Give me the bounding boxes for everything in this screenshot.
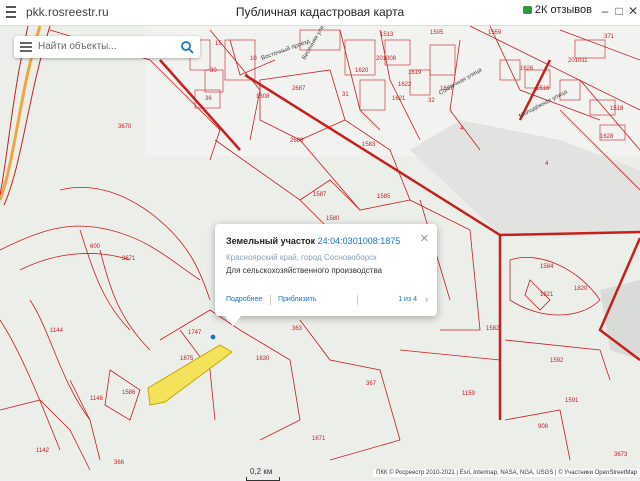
parcel-label: 3673	[614, 452, 628, 458]
close-window-icon[interactable]: ✕	[626, 4, 640, 18]
popup-tail	[225, 316, 241, 326]
parcel-label: 1608	[256, 94, 270, 100]
parcel-label: 201011	[568, 58, 588, 64]
link-divider	[357, 295, 358, 305]
parcel-label: 371	[604, 34, 615, 40]
parcel-label: 30	[210, 68, 217, 74]
maximize-icon[interactable]: □	[612, 4, 626, 18]
parcel-label: 32	[428, 98, 435, 104]
parcel-label: 201008	[376, 56, 397, 62]
popup-title: Земельный участок 24:04:0301008:1875	[226, 236, 400, 246]
parcel-label: 1875	[180, 356, 194, 362]
menu-icon[interactable]	[20, 42, 32, 52]
scale-label: 0,2 км	[250, 467, 273, 476]
parcel-address: Красноярский край, город Сосновоборск	[226, 253, 377, 262]
parcel-label: 1587	[313, 192, 327, 198]
minimize-icon[interactable]: –	[598, 4, 612, 18]
parcel-info-popup: Земельный участок 24:04:0301008:1875 ✕ К…	[215, 224, 437, 326]
next-result-icon[interactable]: ›	[425, 294, 428, 304]
parcel-label: 1584	[540, 264, 554, 270]
parcel-label: 1592	[550, 358, 564, 364]
parcel-label: 1144	[50, 328, 64, 334]
parcel-label: 1671	[312, 436, 326, 442]
reviews-button[interactable]: 2К отзывов	[522, 4, 592, 16]
parcel-label: 600	[90, 244, 101, 250]
parcel-label: 1142	[36, 448, 50, 454]
parcel-land-use: Для сельскохозяйственного производства	[226, 266, 383, 275]
scale-line	[246, 477, 280, 481]
parcel-label: 1516	[536, 86, 550, 92]
parcel-label: 3670	[118, 124, 132, 130]
parcel-label: 1585	[377, 194, 391, 200]
parcel-label: 1146	[90, 396, 104, 402]
search-icon[interactable]	[180, 40, 194, 54]
parcel-marker	[209, 333, 217, 341]
parcel-label: 36	[205, 96, 212, 102]
close-icon[interactable]: ✕	[420, 232, 429, 245]
parcel-label: 1820	[574, 286, 588, 292]
parcel-label: 1559	[488, 30, 502, 36]
parcel-label: 15	[215, 41, 222, 47]
parcel-label: 366	[114, 460, 125, 466]
cadastral-number[interactable]: 24:04:0301008:1875	[318, 236, 401, 246]
chat-bubble-icon	[522, 6, 532, 14]
parcel-label: 3671	[122, 256, 136, 262]
parcel-label: 1630	[256, 356, 270, 362]
parcel-label: 1586	[122, 390, 136, 396]
parcel-label: 1626	[520, 66, 534, 72]
zoom-to-link[interactable]: Приблизить	[278, 296, 317, 303]
details-link[interactable]: Подробнее	[226, 296, 262, 303]
link-divider	[270, 295, 271, 305]
object-type-label: Земельный участок	[226, 236, 316, 246]
parcel-label: 1591	[565, 398, 579, 404]
parcel-label: 1505	[430, 30, 444, 36]
parcel-label: 10	[250, 56, 257, 62]
map-attribution: ПКК © Росреестр 2010-2021 | Esri, Interm…	[373, 469, 640, 477]
parcel-label: 367	[366, 381, 377, 387]
parcel-label: 1821	[540, 292, 554, 298]
parcel-label: 1582	[486, 326, 500, 332]
reviews-label: 2К отзывов	[534, 4, 592, 16]
parcel-label: 1580	[326, 216, 340, 222]
parcel-label: 1583	[362, 142, 376, 148]
parcel-label: 31	[342, 92, 349, 98]
parcel-label: 1159	[462, 391, 476, 397]
parcel-label: 363	[292, 326, 303, 332]
parcel-label: 1628	[600, 134, 614, 140]
parcel-label: 908	[538, 424, 549, 430]
parcel-label: 1620	[355, 68, 369, 74]
parcel-label: 1513	[380, 32, 394, 38]
browser-menu-icon[interactable]	[6, 6, 16, 18]
parcel-label: 2688	[290, 138, 304, 144]
parcel-label: 1621	[392, 96, 406, 102]
browser-bar: pkk.rosreestr.ru Публичная кадастровая к…	[0, 0, 640, 26]
parcel-label: 1619	[408, 70, 422, 76]
search-box[interactable]: Найти объекты...	[14, 36, 200, 58]
parcel-label: 1747	[188, 330, 202, 336]
parcel-label: 2687	[292, 86, 306, 92]
parcel-label: 1622	[398, 82, 412, 88]
result-pager: 1 из 4	[398, 296, 417, 303]
map-scale: 0,2 км	[246, 467, 280, 481]
parcel-label: 1518	[610, 106, 624, 112]
address-bar-url[interactable]: pkk.rosreestr.ru	[26, 5, 109, 19]
search-input[interactable]: Найти объекты...	[38, 41, 117, 52]
